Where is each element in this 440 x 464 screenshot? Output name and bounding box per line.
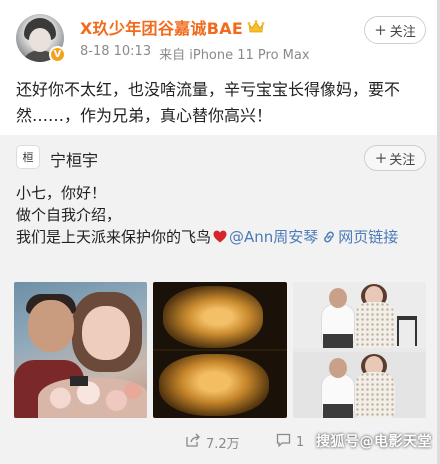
follow-button[interactable]: + 关注 (364, 16, 426, 44)
mention-link[interactable]: @Ann周安琴 (229, 228, 318, 246)
repost-line-3-text: 我们是上天派来保护你的飞鸟 (16, 228, 212, 246)
user-avatar[interactable]: V (16, 14, 66, 63)
plus-icon: + (374, 21, 387, 39)
post-time: 8-18 10:13 (80, 44, 152, 59)
photo-grid (14, 282, 426, 418)
link-icon (322, 228, 336, 243)
verify-badge-icon: V (49, 46, 66, 63)
web-link[interactable]: 网页链接 (338, 228, 398, 246)
repost-username[interactable]: 宁桓宇 (50, 147, 98, 171)
photo-pair-portraits[interactable] (292, 282, 426, 418)
repost-avatar[interactable]: 桓 (16, 145, 40, 169)
comment-stat[interactable]: 1 (276, 433, 304, 451)
repost-text: 小七，你好！ 做个自我介绍， 我们是上天派来保护你的飞鸟 @Ann周安琴 网页链接 (16, 182, 428, 248)
repost-follow-label: 关注 (389, 152, 416, 168)
photo-ultrasound[interactable] (153, 282, 287, 418)
comment-count: 1 (296, 434, 305, 450)
comment-icon (276, 433, 291, 451)
share-icon (186, 433, 201, 451)
post-username[interactable]: X玖少年团谷嘉诚BAE (80, 15, 243, 39)
username-row: X玖少年团谷嘉诚BAE (80, 15, 265, 39)
plus-icon: + (374, 149, 388, 167)
post-text: 还好你不太红，也没啥流量，辛亏宝宝长得像妈，要不然……，作为兄弟，真心替你高兴！ (16, 80, 401, 125)
post-source: 来自 iPhone 11 Pro Max (159, 48, 310, 63)
repost-card[interactable]: 桓 宁桓宇 + 关注 小七，你好！ 做个自我介绍， 我们是上天派来保护你的飞鸟 @… (0, 135, 440, 464)
repost-line-1: 小七，你好！ (16, 184, 107, 202)
repost-follow-button[interactable]: + 关注 (364, 145, 426, 171)
share-stat[interactable]: 7.2万 (186, 433, 240, 452)
share-count: 7.2万 (206, 436, 240, 452)
follow-label: 关注 (389, 24, 416, 40)
photo-couple[interactable] (14, 282, 148, 418)
repost-line-3: 我们是上天派来保护你的飞鸟 @Ann周安琴 网页链接 (16, 226, 428, 248)
heart-icon (213, 227, 227, 243)
post-meta: 8-18 10:13 来自 iPhone 11 Pro Max (80, 44, 310, 63)
watermark: 搜狐号@电影天堂 (316, 434, 432, 450)
repost-line-2: 做个自我介绍， (16, 206, 122, 224)
crown-icon (247, 19, 265, 35)
weibo-post: V X玖少年团谷嘉诚BAE 8-18 10:13 来自 iPhone 11 Pr… (0, 0, 440, 464)
